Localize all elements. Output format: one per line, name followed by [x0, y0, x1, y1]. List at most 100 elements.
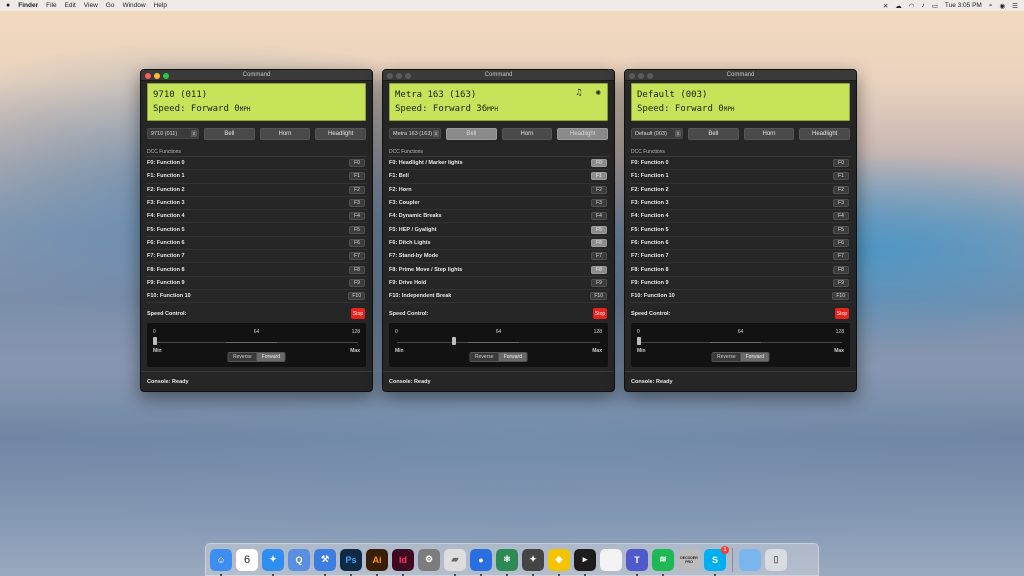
speed-slider-thumb[interactable]	[637, 337, 641, 345]
cloud-icon[interactable]: ☁	[895, 2, 902, 10]
window-titlebar[interactable]: Command	[625, 70, 856, 81]
menubar-clock[interactable]: Tue 3:05 PM	[945, 2, 982, 9]
window-titlebar[interactable]: Command	[383, 70, 614, 81]
function-key-f7[interactable]: F7	[591, 252, 607, 261]
document-icon[interactable]	[600, 548, 622, 571]
close-button[interactable]	[387, 72, 393, 79]
menu-file[interactable]: File	[46, 2, 56, 9]
menu-edit[interactable]: Edit	[65, 2, 76, 9]
function-key-f0[interactable]: F0	[349, 159, 365, 168]
safari-icon[interactable]: ✦	[262, 548, 284, 576]
function-key-f4[interactable]: F4	[591, 212, 607, 221]
speed-slider-track[interactable]	[155, 342, 358, 343]
menu-list-icon[interactable]: ☰	[1012, 2, 1018, 10]
xcode-icon[interactable]: ⚒	[314, 548, 336, 576]
function-key-f10[interactable]: F10	[348, 292, 365, 301]
forward-button[interactable]: Forward	[256, 353, 285, 361]
forward-button[interactable]: Forward	[498, 353, 527, 361]
function-key-f2[interactable]: F2	[833, 185, 849, 194]
function-key-f5[interactable]: F5	[833, 225, 849, 234]
zoom-button[interactable]	[405, 72, 411, 79]
function-key-f9[interactable]: F9	[349, 278, 365, 287]
stop-button[interactable]: Stop	[593, 308, 607, 319]
finder-icon[interactable]: ☺	[210, 548, 232, 576]
folder-icon[interactable]	[739, 548, 761, 571]
reverse-button[interactable]: Reverse	[228, 353, 257, 361]
function-key-f7[interactable]: F7	[833, 252, 849, 261]
minimize-button[interactable]	[638, 72, 644, 79]
function-key-f10[interactable]: F10	[832, 292, 849, 301]
function-key-f8[interactable]: F8	[591, 265, 607, 274]
function-key-f4[interactable]: F4	[349, 212, 365, 221]
function-key-f5[interactable]: F5	[591, 225, 607, 234]
zoom-button[interactable]	[647, 72, 653, 79]
headlight-button[interactable]: Headlight	[557, 127, 609, 140]
locomotive-select[interactable]: Default (003) ⇕	[631, 128, 683, 139]
select-stepper-icon[interactable]: ⇕	[433, 130, 439, 137]
function-key-f3[interactable]: F3	[591, 199, 607, 208]
horn-button[interactable]: Horn	[259, 127, 311, 140]
duck-icon[interactable]: ◆	[548, 548, 570, 576]
maps-pin-icon[interactable]: ●	[470, 548, 492, 576]
horn-button[interactable]: Horn	[501, 127, 553, 140]
close-button[interactable]	[629, 72, 635, 79]
horn-button[interactable]: Horn	[743, 127, 795, 140]
quicktime-icon[interactable]: Q	[288, 548, 310, 571]
function-key-f8[interactable]: F8	[349, 265, 365, 274]
trash-icon[interactable]: ▯	[765, 548, 787, 571]
spotify-icon[interactable]: ≋	[652, 548, 674, 576]
safari-tech-icon[interactable]: ✦	[522, 548, 544, 576]
close-x-icon[interactable]: ✕	[883, 2, 888, 10]
locomotive-select[interactable]: Metra 163 (163) ⇕	[389, 128, 441, 139]
speed-slider-track[interactable]	[639, 342, 842, 343]
stop-button[interactable]: Stop	[351, 308, 365, 319]
speed-slider-thumb[interactable]	[452, 337, 457, 345]
zoom-button[interactable]	[163, 72, 169, 79]
menu-window[interactable]: Window	[122, 2, 145, 9]
illustrator-icon[interactable]: Ai	[366, 548, 388, 576]
bell-button[interactable]: Bell	[204, 127, 255, 140]
apple-menu-icon[interactable]: ●	[6, 2, 10, 9]
minimize-button[interactable]	[154, 72, 160, 79]
speed-slider-track[interactable]	[397, 342, 600, 343]
function-key-f10[interactable]: F10	[590, 292, 607, 301]
atom-icon[interactable]: ⚛	[496, 548, 518, 576]
siri-icon[interactable]: ◉	[1000, 2, 1006, 10]
function-key-f0[interactable]: F0	[833, 159, 849, 168]
menu-help[interactable]: Help	[154, 2, 167, 9]
function-key-f6[interactable]: F6	[349, 238, 365, 247]
headlight-button[interactable]: Headlight	[315, 127, 367, 140]
volume-icon[interactable]: ♪	[921, 2, 924, 9]
bell-button[interactable]: Bell	[688, 127, 739, 140]
indesign-icon[interactable]: Id	[392, 548, 414, 576]
menu-finder[interactable]: Finder	[18, 2, 38, 9]
wifi-icon[interactable]: ◠	[909, 2, 915, 10]
skype-icon[interactable]: S1	[704, 545, 729, 576]
function-key-f5[interactable]: F5	[349, 225, 365, 234]
function-key-f8[interactable]: F8	[833, 265, 849, 274]
function-key-f9[interactable]: F9	[591, 278, 607, 287]
decoder-pro-icon[interactable]: DECODER PRO	[678, 548, 700, 571]
stop-button[interactable]: Stop	[835, 308, 849, 319]
close-button[interactable]	[145, 72, 151, 79]
function-key-f1[interactable]: F1	[349, 172, 365, 181]
function-key-f7[interactable]: F7	[349, 252, 365, 261]
function-key-f3[interactable]: F3	[349, 199, 365, 208]
window-titlebar[interactable]: Command	[141, 70, 372, 81]
minimize-button[interactable]	[396, 72, 402, 79]
menu-go[interactable]: Go	[106, 2, 115, 9]
function-key-f9[interactable]: F9	[833, 278, 849, 287]
function-key-f2[interactable]: F2	[591, 185, 607, 194]
teams-icon[interactable]: T	[626, 548, 648, 576]
function-key-f1[interactable]: F1	[591, 172, 607, 181]
battery-icon[interactable]: ▭	[932, 2, 938, 10]
function-key-f6[interactable]: F6	[591, 238, 607, 247]
headlight-button[interactable]: Headlight	[799, 127, 851, 140]
storage-icon[interactable]: ▰	[444, 548, 466, 576]
function-key-f6[interactable]: F6	[833, 238, 849, 247]
system-preferences-icon[interactable]: ⚙	[418, 548, 440, 571]
bell-button[interactable]: Bell	[446, 127, 497, 140]
terminal-icon[interactable]: ▸	[574, 548, 596, 576]
function-key-f0[interactable]: F0	[591, 159, 607, 168]
forward-button[interactable]: Forward	[740, 353, 769, 361]
